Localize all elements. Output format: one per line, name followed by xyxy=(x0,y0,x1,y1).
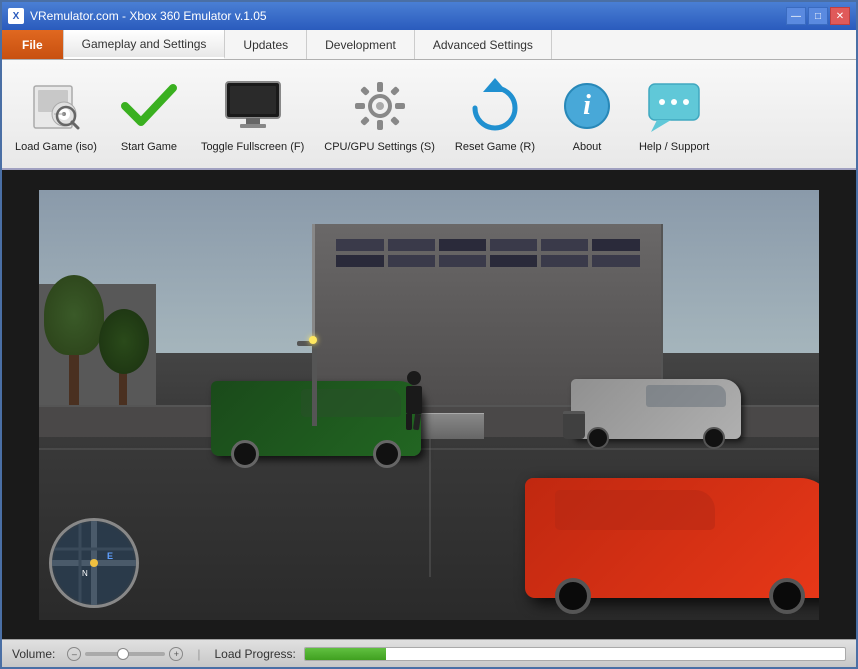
cpu-gpu-button[interactable]: CPU/GPU Settings (S) xyxy=(315,67,444,162)
start-game-icon xyxy=(117,74,181,138)
load-game-label: Load Game (iso) xyxy=(15,141,97,154)
about-icon: i xyxy=(555,74,619,138)
reset-game-button[interactable]: Reset Game (R) xyxy=(446,67,544,162)
svg-text:i: i xyxy=(583,90,591,121)
toggle-fullscreen-button[interactable]: Toggle Fullscreen (F) xyxy=(192,67,313,162)
trash-can xyxy=(563,411,585,439)
person-silhouette xyxy=(406,371,422,430)
tab-gameplay[interactable]: Gameplay and Settings xyxy=(64,30,226,59)
tab-file-label: File xyxy=(22,38,43,52)
volume-slider-track[interactable] xyxy=(85,652,165,656)
load-progress-label: Load Progress: xyxy=(214,647,295,661)
game-screen: E N xyxy=(39,190,819,620)
toggle-fullscreen-label: Toggle Fullscreen (F) xyxy=(201,141,304,154)
menu-tabs: File Gameplay and Settings Updates Devel… xyxy=(2,30,856,60)
ribbon-toolbar: Load Game (iso) Start Game xyxy=(2,60,856,170)
separator: | xyxy=(197,647,200,661)
fullscreen-icon xyxy=(221,74,285,138)
red-car xyxy=(525,478,819,598)
title-bar-left: X VRemulator.com - Xbox 360 Emulator v.1… xyxy=(8,8,267,24)
start-game-button[interactable]: Start Game xyxy=(108,67,190,162)
volume-label: Volume: xyxy=(12,647,55,661)
help-support-label: Help / Support xyxy=(639,141,709,154)
window-controls: — □ ✕ xyxy=(786,7,850,25)
cpu-gpu-label: CPU/GPU Settings (S) xyxy=(324,141,435,154)
tab-development[interactable]: Development xyxy=(307,30,415,59)
trees-left xyxy=(39,190,195,427)
main-window: X VRemulator.com - Xbox 360 Emulator v.1… xyxy=(0,0,858,669)
load-progress-track xyxy=(304,647,846,661)
tab-advanced-label: Advanced Settings xyxy=(433,38,533,52)
tab-advanced[interactable]: Advanced Settings xyxy=(415,30,552,59)
tab-development-label: Development xyxy=(325,38,396,52)
status-bar: Volume: – + | Load Progress: xyxy=(2,639,856,667)
help-support-button[interactable]: Help / Support xyxy=(630,67,718,162)
tab-updates[interactable]: Updates xyxy=(225,30,307,59)
lamp-post xyxy=(312,346,317,426)
tab-file[interactable]: File xyxy=(2,30,64,59)
tab-updates-label: Updates xyxy=(243,38,288,52)
help-support-icon xyxy=(642,74,706,138)
load-game-button[interactable]: Load Game (iso) xyxy=(6,67,106,162)
about-button[interactable]: i About xyxy=(546,67,628,162)
game-viewport: E N xyxy=(2,170,856,639)
cpu-gpu-icon xyxy=(348,74,412,138)
reset-game-label: Reset Game (R) xyxy=(455,141,535,154)
svg-text:N: N xyxy=(82,569,88,578)
window-title: VRemulator.com - Xbox 360 Emulator v.1.0… xyxy=(30,9,267,23)
start-game-label: Start Game xyxy=(121,141,177,154)
volume-control: – + xyxy=(67,647,183,661)
volume-slider-thumb[interactable] xyxy=(117,648,129,660)
maximize-button[interactable]: □ xyxy=(808,7,828,25)
load-game-icon xyxy=(24,74,88,138)
reset-game-icon xyxy=(463,74,527,138)
about-label: About xyxy=(573,141,602,154)
minimap: E N xyxy=(49,518,139,608)
volume-increase-button[interactable]: + xyxy=(169,647,183,661)
svg-text:E: E xyxy=(107,551,113,561)
close-button[interactable]: ✕ xyxy=(830,7,850,25)
volume-decrease-button[interactable]: – xyxy=(67,647,81,661)
app-icon: X xyxy=(8,8,24,24)
tab-gameplay-label: Gameplay and Settings xyxy=(82,37,207,51)
load-progress-fill xyxy=(305,648,386,660)
title-bar: X VRemulator.com - Xbox 360 Emulator v.1… xyxy=(2,2,856,30)
minimize-button[interactable]: — xyxy=(786,7,806,25)
game-scene: E N xyxy=(39,190,819,620)
silver-car xyxy=(571,379,741,439)
